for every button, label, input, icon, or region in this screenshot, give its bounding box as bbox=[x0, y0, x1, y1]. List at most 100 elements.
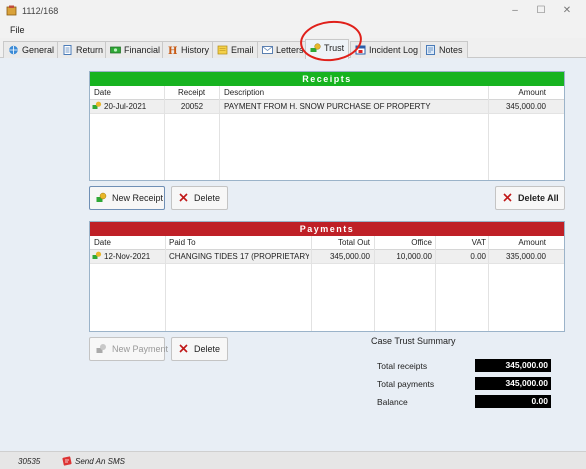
receipts-column-headers: Date Receipt Description Amount bbox=[90, 86, 564, 100]
column-description[interactable]: Description bbox=[224, 86, 344, 100]
column-receipt[interactable]: Receipt bbox=[178, 86, 218, 100]
summary-title: Case Trust Summary bbox=[371, 336, 456, 346]
tab-incident-log[interactable]: Incident Log bbox=[350, 41, 424, 58]
column-divider bbox=[488, 86, 489, 180]
column-paid-to[interactable]: Paid To bbox=[169, 236, 249, 250]
column-divider bbox=[165, 236, 166, 331]
app-icon bbox=[6, 5, 17, 16]
status-bar: 30535 Send An SMS bbox=[0, 451, 586, 469]
maximize-icon[interactable]: ☐ bbox=[534, 4, 548, 18]
column-divider bbox=[219, 86, 220, 180]
column-divider bbox=[488, 236, 489, 331]
window-title: 1112/168 bbox=[22, 6, 59, 16]
total-receipts-value: 345,000.00 bbox=[475, 359, 551, 372]
tab-return[interactable]: Return bbox=[57, 41, 109, 58]
table-row[interactable]: 12-Nov-2021 CHANGING TIDES 17 (PROPRIETA… bbox=[90, 250, 564, 264]
minimize-icon[interactable]: – bbox=[508, 4, 522, 18]
email-icon bbox=[217, 45, 228, 55]
column-office[interactable]: Office bbox=[380, 236, 432, 250]
column-divider bbox=[435, 236, 436, 331]
tab-history[interactable]: H History bbox=[162, 41, 215, 58]
column-divider bbox=[374, 236, 375, 331]
tab-trust[interactable]: Trust bbox=[305, 39, 350, 59]
receipt-amount: 345,000.00 bbox=[505, 102, 546, 111]
trust-page: Receipts Date Receipt Description Amount… bbox=[0, 58, 586, 451]
calendar-icon bbox=[355, 45, 366, 55]
tab-general[interactable]: General bbox=[3, 41, 60, 58]
balance-label: Balance bbox=[377, 397, 408, 407]
send-sms-link[interactable]: Send An SMS bbox=[62, 456, 125, 466]
payment-amount: 335,000.00 bbox=[505, 252, 546, 261]
tab-notes[interactable]: Notes bbox=[420, 41, 468, 58]
payment-total-out: 345,000.00 bbox=[329, 252, 370, 261]
menu-file[interactable]: File bbox=[10, 25, 25, 35]
globe-icon bbox=[9, 45, 18, 55]
envelope-icon bbox=[262, 46, 273, 54]
tab-label: Return bbox=[76, 45, 104, 55]
column-vat[interactable]: VAT bbox=[440, 236, 486, 250]
new-receipt-button[interactable]: New Receipt bbox=[89, 186, 165, 210]
tab-label: Notes bbox=[439, 45, 463, 55]
tab-label: General bbox=[22, 45, 55, 55]
trust-icon bbox=[96, 344, 106, 353]
balance-value: 0.00 bbox=[475, 395, 551, 408]
menu-bar: File bbox=[0, 22, 586, 38]
column-date[interactable]: Date bbox=[94, 236, 164, 250]
tab-email[interactable]: Email bbox=[212, 41, 259, 58]
delete-payment-button[interactable]: Delete bbox=[171, 337, 228, 361]
column-divider bbox=[311, 236, 312, 331]
status-code: 30535 bbox=[18, 457, 41, 466]
tab-label: Incident Log bbox=[369, 45, 419, 55]
history-icon: H bbox=[168, 46, 177, 55]
delete-icon bbox=[503, 193, 512, 202]
money-icon bbox=[110, 46, 121, 54]
table-row[interactable]: 20-Jul-2021 20052 PAYMENT FROM H. SNOW P… bbox=[90, 100, 564, 114]
tab-label: History bbox=[181, 45, 210, 55]
tab-financial[interactable]: Financial bbox=[105, 41, 166, 58]
tab-label: Letters bbox=[276, 45, 304, 55]
document-icon bbox=[63, 45, 72, 55]
sms-icon bbox=[62, 456, 72, 466]
tab-letters[interactable]: Letters bbox=[257, 41, 309, 58]
delete-all-button[interactable]: Delete All bbox=[495, 186, 565, 210]
total-payments-value: 345,000.00 bbox=[475, 377, 551, 390]
receipts-panel: Receipts Date Receipt Description Amount… bbox=[89, 71, 565, 181]
payments-panel: Payments Date Paid To Total Out Office V… bbox=[89, 221, 565, 332]
trust-icon bbox=[92, 251, 102, 259]
delete-all-label: Delete All bbox=[518, 193, 559, 203]
column-total-out[interactable]: Total Out bbox=[310, 236, 370, 250]
receipts-header: Receipts bbox=[90, 72, 564, 86]
tab-strip: General Return Financial H History Email … bbox=[0, 38, 586, 59]
case-trust-summary: Case Trust Summary Total receipts 345,00… bbox=[369, 334, 555, 410]
delete-payment-label: Delete bbox=[194, 344, 221, 354]
new-receipt-label: New Receipt bbox=[112, 193, 164, 203]
delete-receipt-label: Delete bbox=[194, 193, 221, 203]
close-icon[interactable]: ✕ bbox=[560, 4, 574, 18]
tab-label: Financial bbox=[124, 45, 161, 55]
payment-date: 12-Nov-2021 bbox=[104, 252, 151, 261]
column-divider bbox=[164, 86, 165, 180]
trust-icon bbox=[310, 43, 321, 52]
new-payment-button[interactable]: New Payment bbox=[89, 337, 169, 361]
payments-column-headers: Date Paid To Total Out Office VAT Amount bbox=[90, 236, 564, 250]
column-date[interactable]: Date bbox=[94, 86, 164, 100]
total-receipts-label: Total receipts bbox=[377, 361, 428, 371]
delete-icon bbox=[179, 344, 188, 353]
delete-receipt-button[interactable]: Delete bbox=[171, 186, 228, 210]
payments-header: Payments bbox=[90, 222, 564, 236]
new-payment-label: New Payment bbox=[112, 344, 169, 354]
delete-icon bbox=[179, 193, 188, 202]
tab-label: Trust bbox=[324, 43, 345, 53]
trust-icon bbox=[92, 101, 102, 109]
column-amount[interactable]: Amount bbox=[490, 86, 546, 100]
payment-office: 10,000.00 bbox=[396, 252, 432, 261]
notes-icon bbox=[426, 45, 435, 55]
receipt-date: 20-Jul-2021 bbox=[104, 102, 147, 111]
payment-paid-to: CHANGING TIDES 17 (PROPRIETARY) ... bbox=[169, 252, 309, 261]
receipt-number: 20052 bbox=[180, 102, 204, 111]
send-sms-label: Send An SMS bbox=[75, 457, 125, 466]
title-bar: 1112/168 – ☐ ✕ bbox=[0, 0, 586, 22]
column-amount[interactable]: Amount bbox=[490, 236, 546, 250]
receipt-description: PAYMENT FROM H. SNOW PURCHASE OF PROPERT… bbox=[224, 102, 431, 111]
trust-icon bbox=[96, 192, 107, 202]
